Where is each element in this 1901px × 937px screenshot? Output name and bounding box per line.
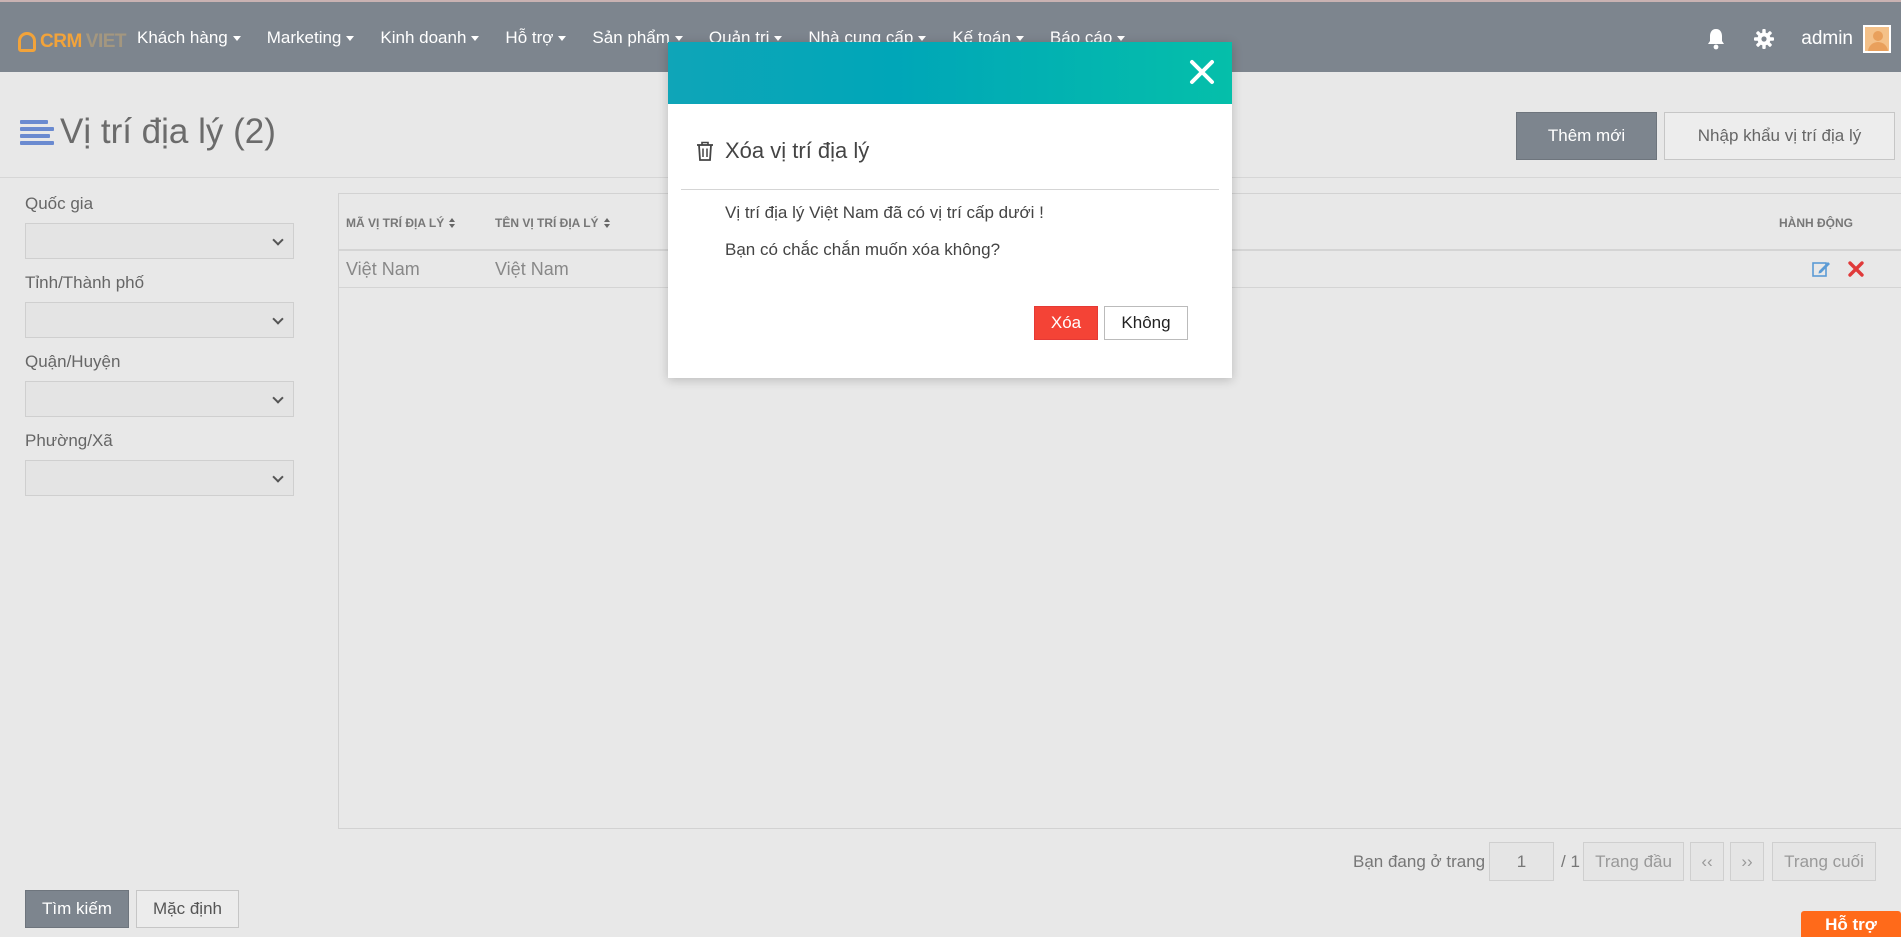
modal-message-confirm: Bạn có chắc chắn muốn xóa không?	[725, 240, 1001, 259]
delete-confirm-modal: Xóa vị trí địa lý Vị trí địa lý Việt Nam…	[668, 42, 1232, 378]
close-icon[interactable]	[1187, 57, 1217, 87]
modal-header	[668, 42, 1232, 104]
modal-title: Xóa vị trí địa lý	[725, 138, 870, 163]
modal-message-warning: Vị trí địa lý Việt Nam đã có vị trí cấp …	[725, 203, 1044, 222]
confirm-delete-button[interactable]: Xóa	[1034, 306, 1098, 340]
cancel-button[interactable]: Không	[1104, 306, 1188, 340]
trash-icon	[697, 141, 713, 161]
modal-title-row: Xóa vị trí địa lý	[695, 138, 869, 164]
modal-divider	[681, 189, 1219, 190]
